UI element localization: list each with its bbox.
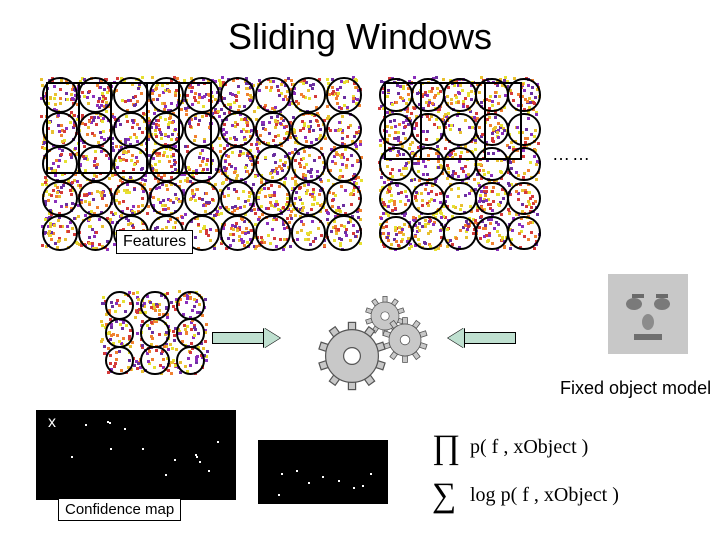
model-gears-icon (290, 288, 440, 398)
feature-patch (100, 290, 206, 372)
svg-text:p( f , xObject ): p( f , xObject ) (470, 436, 588, 458)
svg-text:∑: ∑ (432, 477, 456, 514)
features-label: Features (116, 230, 193, 254)
ellipsis: …… (552, 144, 592, 165)
fixed-model-label: Fixed object model (560, 378, 711, 399)
sliding-window (110, 82, 212, 174)
likelihood-equation: ∏ p( f , xObject ) (432, 428, 692, 468)
x-axis-label: x (44, 414, 60, 432)
arrow-from-face (448, 328, 516, 348)
sliding-window (420, 82, 522, 160)
confidence-map-label: Confidence map (58, 498, 181, 521)
confidence-map (36, 410, 236, 500)
slide-title: Sliding Windows (0, 16, 720, 58)
arrow-to-model (212, 328, 280, 348)
svg-text:log p( f , xObject ): log p( f , xObject ) (470, 484, 619, 506)
svg-text:∏: ∏ (432, 429, 460, 466)
loglikelihood-equation: ∑ log p( f , xObject ) (432, 476, 712, 520)
object-template-icon (608, 274, 688, 354)
confidence-map (258, 440, 388, 504)
